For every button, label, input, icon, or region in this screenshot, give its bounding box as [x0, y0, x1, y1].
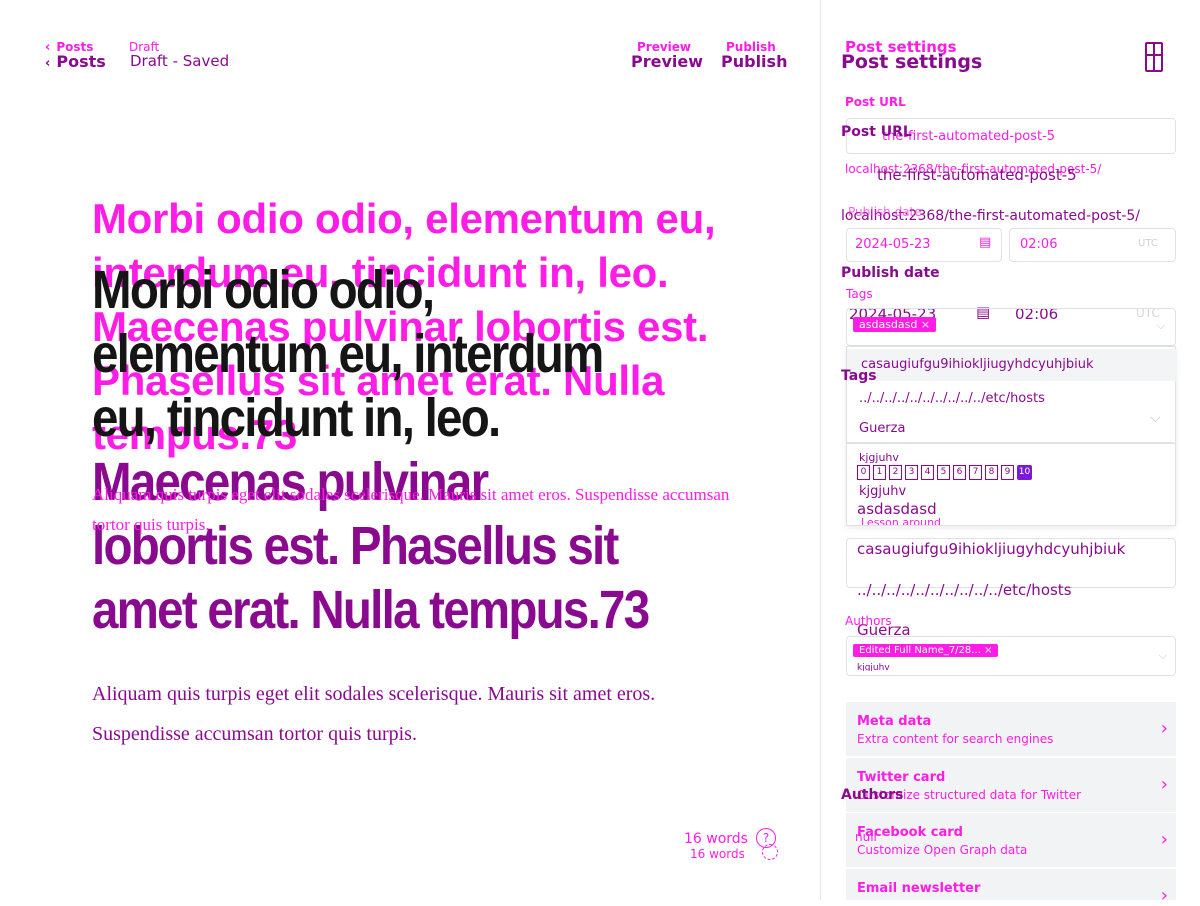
- help-icon-ghost: [762, 844, 778, 860]
- post-url-value-ghost: the-first-automated-post-5: [877, 166, 1077, 184]
- tag-chip[interactable]: asdasdasd ×: [853, 317, 937, 332]
- tag-option[interactable]: Guerza: [859, 421, 905, 436]
- chevron-right-icon: ›: [1160, 829, 1168, 850]
- tag-option[interactable]: casaugiufgu9ihiokljiugyhdcyuhjbiuk: [847, 349, 1177, 381]
- word-count-ghost: 16 words: [690, 847, 745, 861]
- tag-list-item[interactable]: casaugiufgu9ihiokljiugyhdcyuhjbiuk: [857, 540, 1125, 558]
- chevron-right-icon: ›: [1160, 718, 1168, 739]
- tag-list-item-partial: Lesson around: [861, 516, 942, 525]
- divider: [846, 442, 1174, 443]
- twitter-card[interactable]: Twitter card Customize structured data f…: [846, 758, 1176, 812]
- publish-date-label-ghost: Publish date: [848, 205, 922, 219]
- chevron-left-icon: ‹: [45, 56, 51, 71]
- word-count: 16 words: [684, 831, 748, 847]
- save-status: Draft - Saved: [130, 52, 230, 70]
- chevron-right-icon: ›: [1160, 774, 1168, 795]
- null-text: null: [855, 830, 877, 844]
- tags-input[interactable]: asdasdasd × ⌵: [846, 308, 1176, 346]
- author-chip[interactable]: Edited Full Name_7/28... ×: [853, 644, 999, 657]
- date-input[interactable]: 2024-05-23 ▤: [846, 228, 1002, 262]
- chevron-down-icon: ⌵: [1158, 649, 1167, 662]
- preview-button[interactable]: Preview: [631, 52, 703, 71]
- tag-option[interactable]: kjgjuhv: [859, 484, 906, 499]
- post-title-part-1: Morbi odio odio, elementum eu, interdum …: [92, 260, 604, 448]
- back-to-posts-link[interactable]: ‹ Posts: [45, 52, 106, 71]
- email-newsletter-card[interactable]: Email newsletter ›: [846, 869, 1176, 906]
- post-body[interactable]: Aliquam quis turpis eget elit sodales sc…: [92, 674, 692, 754]
- post-url-label-ghost: Post URL: [845, 95, 906, 109]
- tags-label-ghost: Tags: [846, 287, 873, 301]
- chevron-down-icon: ⌵: [1150, 410, 1161, 426]
- post-url-label: Post URL: [841, 124, 912, 140]
- post-title[interactable]: Morbi odio odio, elementum eu, interdum …: [92, 258, 655, 642]
- publish-date-label: Publish date: [841, 265, 940, 281]
- calendar-icon: ▤: [979, 235, 992, 250]
- time-input[interactable]: 02:06 UTC: [1009, 228, 1176, 262]
- tags-dropdown: casaugiufgu9ihiokljiugyhdcyuhjbiuk ../..…: [846, 346, 1177, 526]
- number-badges: 0 1 2 3 4 5 6 7 8 9 10: [857, 459, 1035, 480]
- authors-input[interactable]: Edited Full Name_7/28... × kjgjuhv ⌵: [846, 636, 1176, 676]
- tags-label: Tags: [841, 368, 877, 384]
- meta-data-card[interactable]: Meta data Extra content for search engin…: [846, 702, 1176, 756]
- divider: [847, 443, 1175, 444]
- authors-label-ghost: Authors: [845, 614, 892, 628]
- facebook-card[interactable]: Facebook card Customize Open Graph data …: [846, 813, 1176, 867]
- chevron-right-icon: ›: [1160, 885, 1168, 906]
- sidebar-toggle-icon[interactable]: [1145, 42, 1163, 72]
- authors-label: Authors: [841, 787, 904, 803]
- tag-list-item[interactable]: ../../../../../../../../../../etc/hosts: [857, 581, 1072, 599]
- settings-title: Post settings: [841, 51, 983, 73]
- post-body-ghost[interactable]: Aliquam quis turpis eget elit sodales sc…: [92, 480, 732, 540]
- chevron-down-icon: ⌵: [1156, 319, 1165, 332]
- publish-button[interactable]: Publish: [721, 52, 787, 71]
- tag-option[interactable]: ../../../../../../../../../../etc/hosts: [859, 391, 1045, 406]
